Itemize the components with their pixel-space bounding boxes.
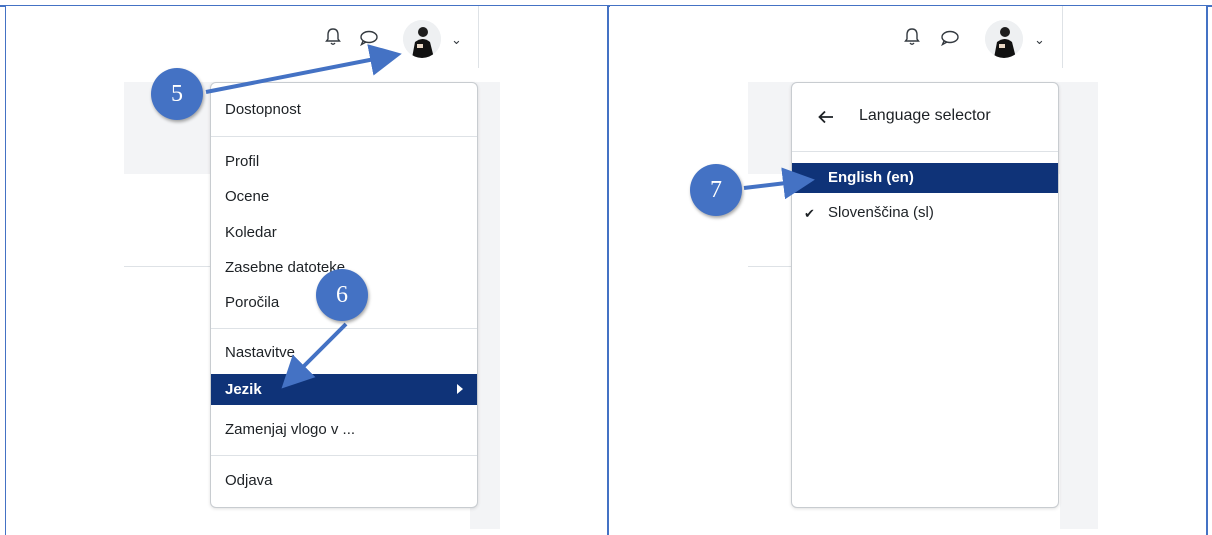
step-badge-5: 5: [151, 68, 203, 120]
annotation-arrows-right: [743, 167, 815, 200]
arrow-to-english: [743, 167, 815, 200]
right-screenshot: ⌄ Language selector English (en) ✔ Slove…: [610, 6, 1206, 535]
arrow-to-jezik: [281, 322, 348, 389]
annotation-arrows-left: [205, 44, 402, 389]
arrow-to-avatar: [205, 44, 402, 94]
frame-right: [1206, 5, 1208, 535]
step-badge-7: 7: [690, 164, 742, 216]
step-badge-6: 6: [316, 269, 368, 321]
left-screenshot: ⌄ Dostopnost Profil Ocene Koledar Zasebn…: [6, 6, 607, 535]
frame-divider: [607, 5, 609, 535]
